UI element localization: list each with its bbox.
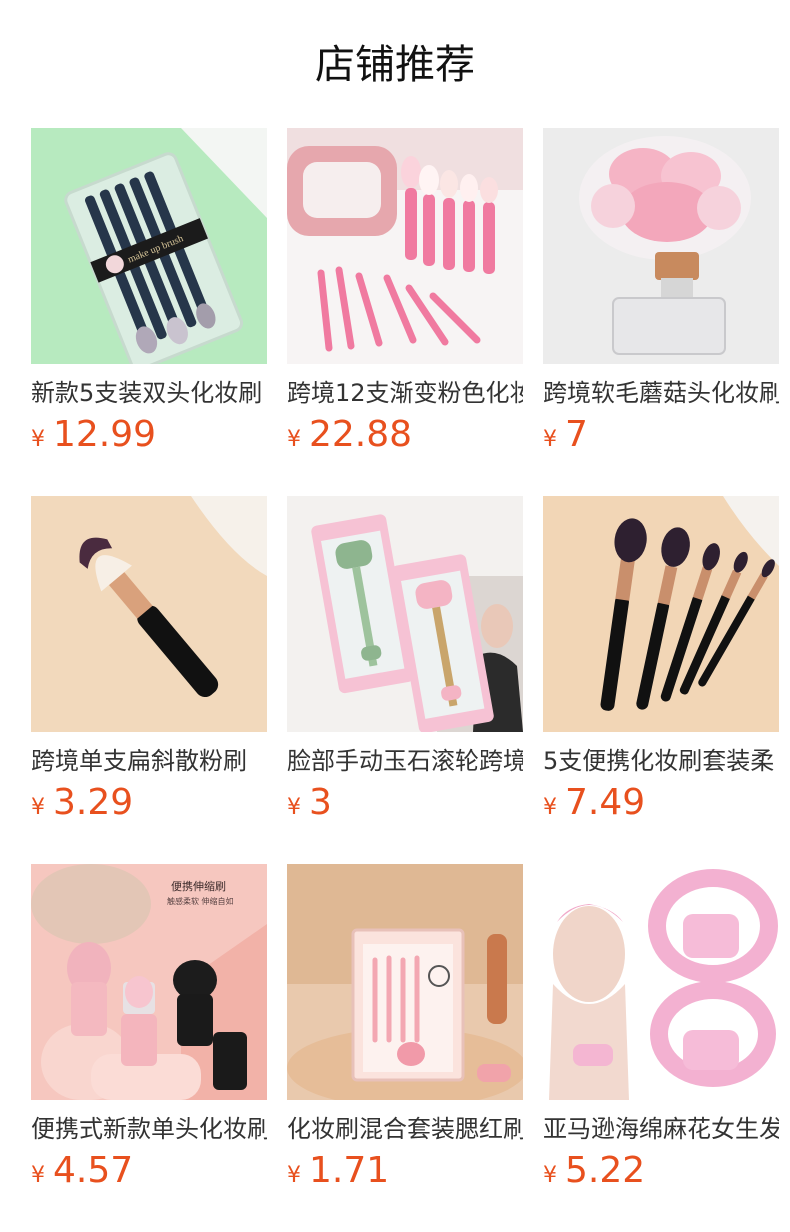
product-card[interactable]: 跨境12支渐变粉色化妆刷 ¥22.88 [287,128,523,496]
product-name[interactable]: 便携式新款单头化妆刷 [31,1112,267,1146]
product-price: ¥22.88 [287,414,523,456]
product-grid: make up brush 新款5支装双头化妆刷 ¥12.99 跨境12支渐变粉… [31,128,790,1232]
mixed-brush-kit-image[interactable] [287,864,523,1100]
retractable-heading: 便携伸缩刷 [171,879,226,893]
product-price: ¥3.29 [31,782,267,824]
product-card[interactable]: 便携伸缩刷 触感柔软 伸缩自如 便携式新款单头化妆刷 ¥4.57 [31,864,267,1232]
product-price: ¥1.71 [287,1150,523,1192]
currency-symbol: ¥ [287,1163,301,1188]
product-card[interactable]: make up brush 新款5支装双头化妆刷 ¥12.99 [31,128,267,496]
product-name[interactable]: 脸部手动玉石滚轮跨境 [287,744,523,778]
page-title: 店铺推荐 [315,42,475,88]
currency-symbol: ¥ [287,427,301,452]
currency-symbol: ¥ [31,795,45,820]
currency-symbol: ¥ [31,1163,45,1188]
currency-symbol: ¥ [287,795,301,820]
price-value: 1.71 [309,1150,390,1191]
currency-symbol: ¥ [543,427,557,452]
product-price: ¥7 [543,414,779,456]
product-name[interactable]: 亚马逊海绵麻花女生发箍 [543,1112,779,1146]
product-price: ¥4.57 [31,1150,267,1192]
price-value: 22.88 [309,414,413,455]
currency-symbol: ¥ [31,427,45,452]
product-card[interactable]: 5支便携化妆刷套装柔 ¥7.49 [543,496,779,864]
price-value: 4.57 [53,1150,134,1191]
currency-symbol: ¥ [543,1163,557,1188]
product-card[interactable]: 脸部手动玉石滚轮跨境 ¥3 [287,496,523,864]
product-price: ¥3 [287,782,523,824]
price-value: 7 [565,414,588,455]
jade-roller-image[interactable] [287,496,523,732]
pink-gradient-brush-set-image[interactable] [287,128,523,364]
product-price: ¥5.22 [543,1150,779,1192]
five-brush-set-image[interactable] [543,496,779,732]
price-value: 7.49 [565,782,646,823]
mushroom-brush-image[interactable] [543,128,779,364]
product-name[interactable]: 新款5支装双头化妆刷 [31,376,267,410]
price-value: 5.22 [565,1150,646,1191]
retractable-brush-image[interactable]: 便携伸缩刷 触感柔软 伸缩自如 [31,864,267,1100]
price-value: 3.29 [53,782,134,823]
product-card[interactable]: 跨境单支扁斜散粉刷 ¥3.29 [31,496,267,864]
product-card[interactable]: 亚马逊海绵麻花女生发箍 ¥5.22 [543,864,779,1232]
product-name[interactable]: 化妆刷混合套装腮红刷 [287,1112,523,1146]
price-value: 12.99 [53,414,157,455]
product-name[interactable]: 跨境软毛蘑菇头化妆刷 [543,376,779,410]
currency-symbol: ¥ [543,795,557,820]
product-name[interactable]: 5支便携化妆刷套装柔 [543,744,779,778]
product-name[interactable]: 跨境12支渐变粉色化妆刷 [287,376,523,410]
brush-set-box-image[interactable]: make up brush [31,128,267,364]
spa-headband-image[interactable] [543,864,779,1100]
angled-powder-brush-image[interactable] [31,496,267,732]
product-card[interactable]: 跨境软毛蘑菇头化妆刷 ¥7 [543,128,779,496]
retractable-subtext: 触感柔软 伸缩自如 [167,896,234,906]
product-price: ¥7.49 [543,782,779,824]
product-card[interactable]: 化妆刷混合套装腮红刷 ¥1.71 [287,864,523,1232]
price-value: 3 [309,782,332,823]
product-price: ¥12.99 [31,414,267,456]
product-name[interactable]: 跨境单支扁斜散粉刷 [31,744,267,778]
